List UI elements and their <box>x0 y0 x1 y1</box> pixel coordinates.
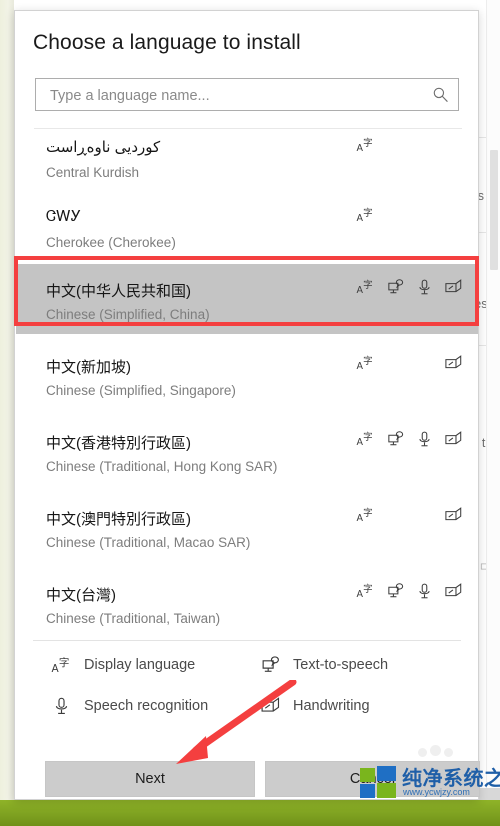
search-box[interactable] <box>35 78 459 112</box>
display-language-icon: A字 <box>356 506 378 526</box>
watermark-bubbles <box>416 744 466 760</box>
handwriting-icon <box>444 278 466 298</box>
speech-recognition-icon <box>415 430 437 450</box>
language-native-name: ᏣᎳᎩ <box>46 208 82 225</box>
speech-recognition-icon <box>415 582 437 602</box>
svg-text:字: 字 <box>363 137 373 149</box>
text-to-speech-icon <box>386 582 408 602</box>
language-native-name: 中文(香港特別行政區) <box>46 435 191 452</box>
display-language-icon: A字 <box>356 278 378 298</box>
svg-text:字: 字 <box>363 279 373 291</box>
language-english-name: Cherokee (Cherokee) <box>46 235 176 250</box>
language-native-name: 中文(新加坡) <box>46 359 131 376</box>
language-native-name: 中文(澳門特別行政區) <box>46 511 191 528</box>
handwriting-icon <box>444 506 466 526</box>
watermark-url: www.ycwjzy.com <box>403 787 470 797</box>
legend-item-speech-recognition: Speech recognition <box>51 696 208 716</box>
screen: his ses at t e Choose a language to inst… <box>0 0 500 826</box>
speech-recognition-icon <box>415 278 437 298</box>
legend-item-handwriting: Handwriting <box>260 696 370 716</box>
svg-text:字: 字 <box>59 656 70 669</box>
legend-item-display-language: A字 Display language <box>51 655 196 675</box>
capability-legend: A字 Display language Text-to-speech Speec… <box>15 651 478 726</box>
language-english-name: Chinese (Simplified, China) <box>46 307 210 322</box>
handwriting-icon <box>260 696 284 716</box>
legend-label: Handwriting <box>293 698 370 714</box>
dialog-title: Choose a language to install <box>33 31 301 54</box>
language-row[interactable]: 中文(澳門特別行政區) Chinese (Traditional, Macao S… <box>16 492 478 562</box>
display-language-icon: A字 <box>356 136 378 156</box>
background-scrollbar-thumb[interactable] <box>490 150 498 270</box>
svg-text:字: 字 <box>363 355 373 367</box>
language-row[interactable]: 中文(台灣) Chinese (Traditional, Taiwan) A 字 <box>16 568 478 633</box>
language-row[interactable]: 中文(新加坡) Chinese (Simplified, Singapore) A 字 <box>16 340 478 410</box>
svg-text:字: 字 <box>363 207 373 219</box>
capability-icons: A字 <box>356 206 468 228</box>
legend-divider <box>33 640 461 641</box>
language-row[interactable]: 中文(香港特別行政區) Chinese (Traditional, Hong Ko… <box>16 416 478 486</box>
capability-icons: A字 <box>356 582 468 604</box>
watermark: 纯净系统之家 www.ycwjzy.com <box>356 745 500 804</box>
search-icon[interactable] <box>432 86 449 103</box>
next-button[interactable]: Next <box>45 761 255 797</box>
language-row[interactable]: ᏣᎳᎩ Cherokee (Cherokee) A 字 <box>16 192 478 262</box>
background-left-strip <box>0 0 14 800</box>
choose-language-dialog: Choose a language to install کوردیی ناوە… <box>14 10 480 800</box>
legend-label: Text-to-speech <box>293 657 389 673</box>
display-language-icon: A字 <box>356 354 378 374</box>
display-language-icon: A字 <box>51 655 75 675</box>
text-to-speech-icon <box>260 655 284 675</box>
language-native-name: کوردیی ناوەڕاست <box>46 139 161 156</box>
legend-item-text-to-speech: Text-to-speech <box>260 655 388 675</box>
capability-icons: A字 <box>356 506 468 528</box>
svg-text:字: 字 <box>363 431 373 443</box>
handwriting-icon <box>444 430 466 450</box>
watermark-logo <box>360 766 398 798</box>
capability-icons: A字 <box>356 278 468 300</box>
capability-icons: A字 <box>356 430 468 452</box>
display-language-icon: A字 <box>356 430 378 450</box>
language-english-name: Chinese (Traditional, Taiwan) <box>46 611 221 626</box>
capability-icons: A字 <box>356 136 468 158</box>
language-english-name: Central Kurdish <box>46 165 140 180</box>
capability-icons: A字 <box>356 354 468 376</box>
language-list[interactable]: کوردیی ناوەڕاست Central Kurdish A 字 ᏣᎳᎩ Chero… <box>16 128 478 633</box>
language-native-name: 中文(中华人民共和国) <box>46 283 191 300</box>
text-to-speech-icon <box>386 430 408 450</box>
handwriting-icon <box>444 354 466 374</box>
language-native-name: 中文(台灣) <box>46 587 116 604</box>
background-scrollbar-track[interactable] <box>486 0 500 800</box>
legend-label: Display language <box>84 657 196 673</box>
search-input[interactable] <box>48 79 432 112</box>
text-to-speech-icon <box>386 278 408 298</box>
svg-text:字: 字 <box>363 507 373 519</box>
language-english-name: Chinese (Traditional, Hong Kong SAR) <box>46 459 278 474</box>
display-language-icon: A字 <box>356 206 378 226</box>
language-english-name: Chinese (Simplified, Singapore) <box>46 383 236 398</box>
speech-recognition-icon <box>51 696 75 716</box>
language-english-name: Chinese (Traditional, Macao SAR) <box>46 535 251 550</box>
language-row-selected[interactable]: 中文(中华人民共和国) Chinese (Simplified, China) A 字 <box>16 264 478 334</box>
handwriting-icon <box>444 582 466 602</box>
language-row[interactable]: کوردیی ناوەڕاست Central Kurdish A 字 <box>16 128 478 192</box>
svg-text:字: 字 <box>363 583 373 595</box>
display-language-icon: A字 <box>356 582 378 602</box>
legend-label: Speech recognition <box>84 698 209 714</box>
